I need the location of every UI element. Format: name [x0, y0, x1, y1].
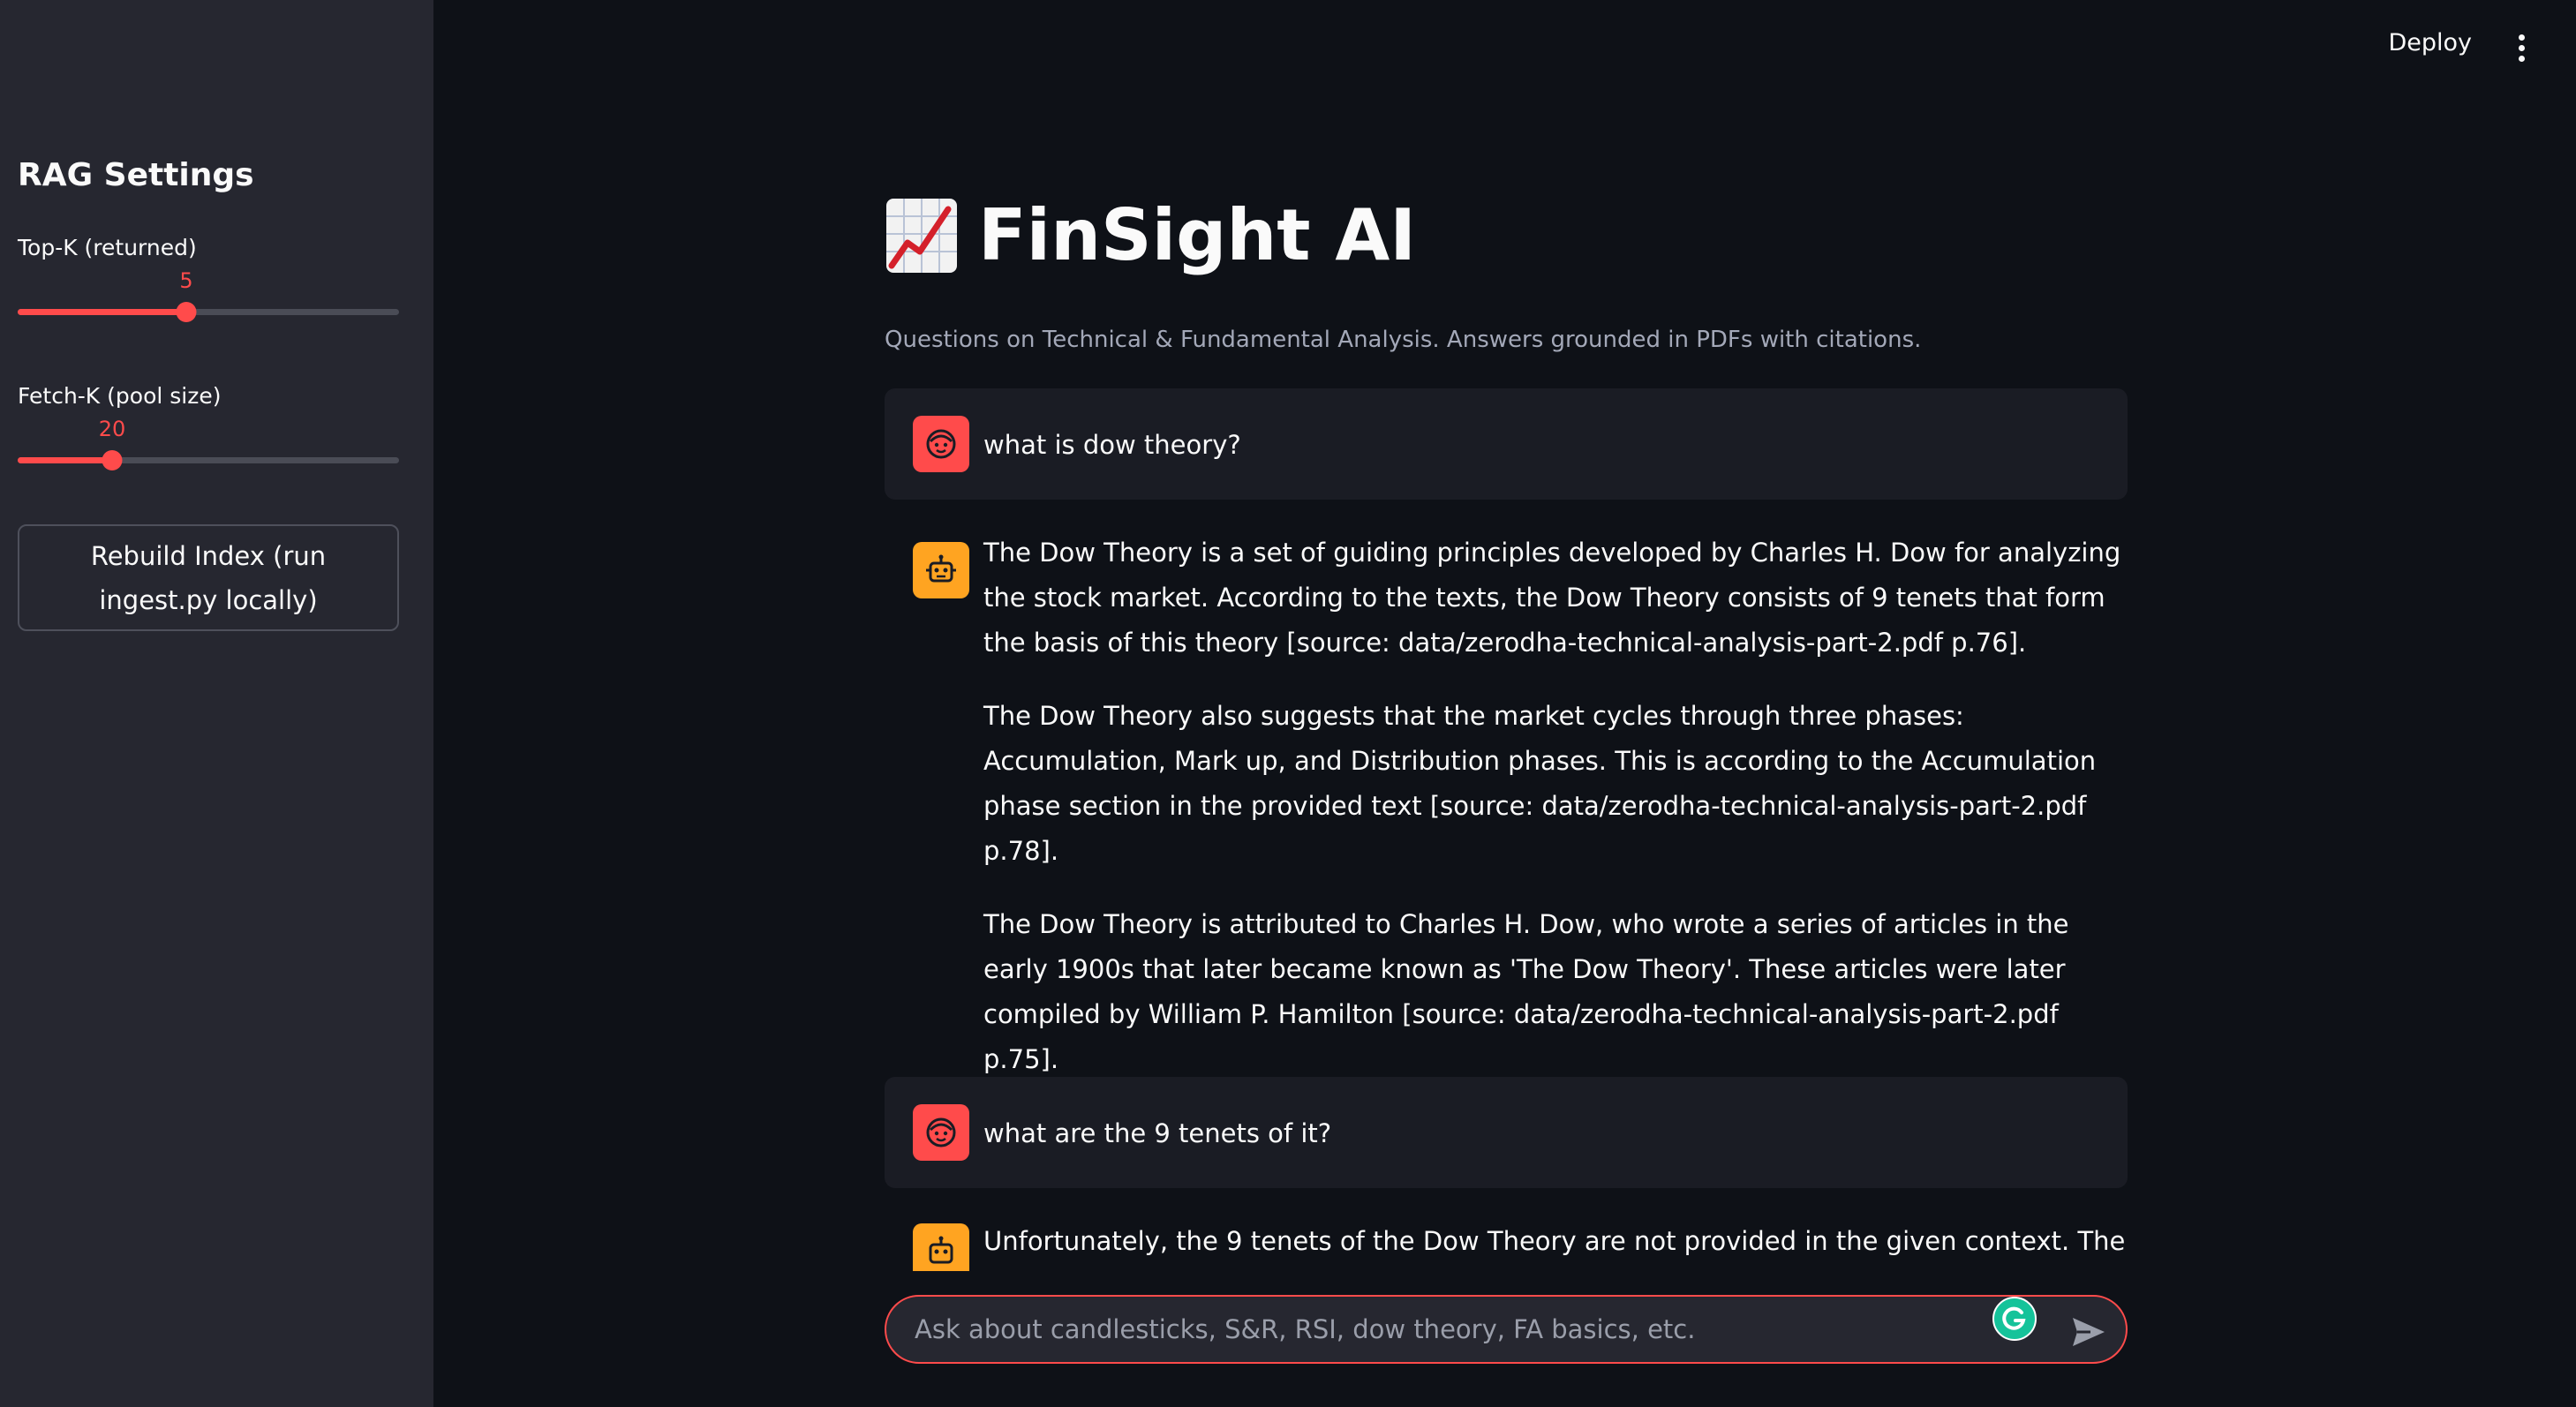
grammarly-icon[interactable] [1992, 1297, 2037, 1341]
fetch-k-label: Fetch-K (pool size) [18, 383, 222, 409]
chat-input[interactable] [913, 1297, 1972, 1362]
chat-message-assistant: The Dow Theory is a set of guiding princ… [885, 523, 2128, 1074]
page-title-text: FinSight AI [978, 194, 1417, 276]
chat-message-paragraph: The Dow Theory also suggests that the ma… [983, 701, 2097, 866]
deploy-button[interactable]: Deploy [2383, 28, 2477, 57]
send-icon[interactable] [2071, 1316, 2106, 1348]
chat-message-assistant: Unfortunately, the 9 tenets of the Dow T… [885, 1223, 2128, 1271]
top-k-slider-fill [18, 309, 186, 315]
chat-message-body: The Dow Theory is a set of guiding princ… [983, 530, 2128, 1110]
fetch-k-slider-fill [18, 457, 112, 463]
face-icon [913, 416, 969, 472]
top-k-slider[interactable] [18, 302, 399, 322]
page-title: FinSight AI [885, 194, 1416, 276]
robot-icon [913, 1223, 969, 1271]
fetch-k-value: 20 [98, 417, 126, 441]
chat-message-text: what are the 9 tenets of it? [983, 1118, 1332, 1148]
face-icon [913, 1104, 969, 1161]
fetch-k-slider-thumb[interactable] [102, 450, 123, 470]
chat-message-paragraph: The Dow Theory is a set of guiding princ… [983, 538, 2121, 658]
chart-increasing-icon [886, 198, 957, 273]
chat-message-paragraph: The Dow Theory is attributed to Charles … [983, 909, 2069, 1074]
robot-icon [913, 542, 969, 598]
chat-message-paragraph: Unfortunately, the 9 tenets of the Dow T… [983, 1226, 2128, 1256]
chat-input-container [885, 1295, 2128, 1364]
top-k-label: Top-K (returned) [18, 235, 197, 260]
fetch-k-slider[interactable] [18, 450, 399, 470]
top-k-slider-thumb[interactable] [176, 302, 197, 322]
rebuild-index-button[interactable]: Rebuild Index (run ingest.py locally) [18, 524, 399, 631]
sidebar-title: RAG Settings [18, 157, 254, 193]
chat-message-text: what is dow theory? [983, 430, 1241, 460]
top-k-value: 5 [179, 268, 193, 293]
chat-message-user: what is dow theory? [885, 388, 2128, 500]
chat-message-list: what is dow theory? The Dow Theory is a … [885, 388, 2128, 1271]
sidebar: RAG Settings Top-K (returned) 5 Fetch-K … [0, 0, 433, 1407]
page-subtitle: Questions on Technical & Fundamental Ana… [885, 327, 1922, 353]
chat-message-user: what are the 9 tenets of it? [885, 1077, 2128, 1188]
vertical-ellipsis-icon[interactable] [2511, 32, 2532, 64]
